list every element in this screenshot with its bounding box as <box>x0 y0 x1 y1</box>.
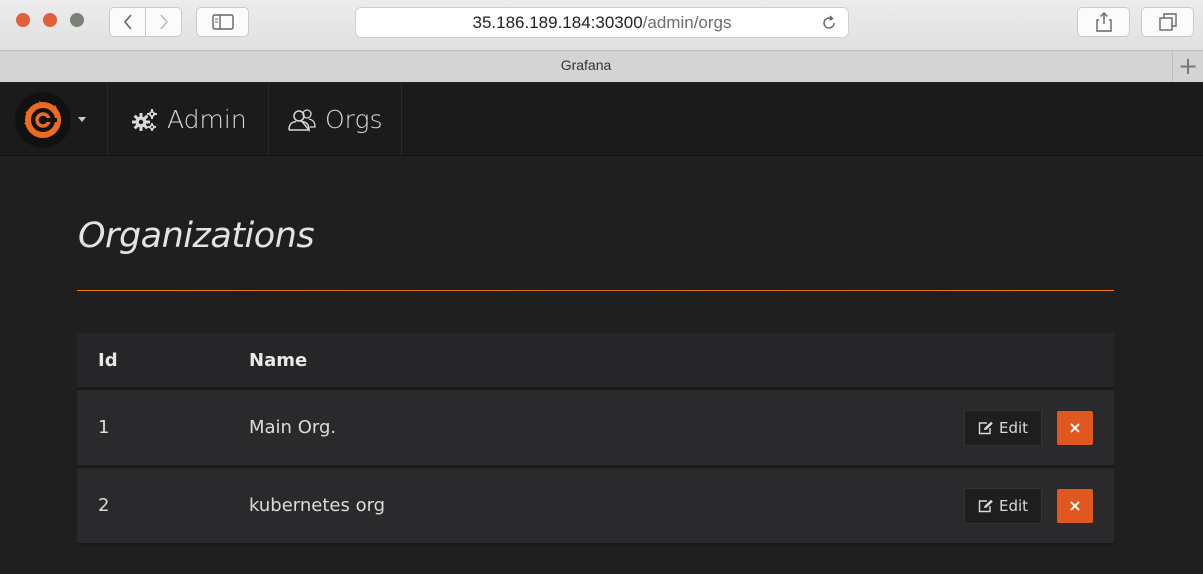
column-header-id: Id <box>98 349 118 371</box>
forward-button[interactable] <box>146 7 182 37</box>
close-icon: × <box>1068 496 1082 515</box>
delete-org-button[interactable]: × <box>1057 488 1093 523</box>
table-header: Id Name <box>77 333 1114 390</box>
org-name-cell[interactable]: kubernetes org <box>249 495 385 516</box>
sidebar-toggle-button[interactable] <box>196 7 249 37</box>
edit-icon <box>978 421 993 434</box>
reload-icon[interactable] <box>820 14 838 32</box>
nav-admin-label: Admin <box>167 105 247 134</box>
tabs-icon <box>1158 13 1177 31</box>
users-icon <box>288 108 316 132</box>
nav-orgs[interactable]: Orgs <box>269 83 402 156</box>
browser-chrome: 35.186.189.184:30300/admin/orgs Grafana … <box>0 0 1203 82</box>
zoom-window-button[interactable] <box>70 13 84 27</box>
chevron-right-icon <box>159 14 168 30</box>
edit-org-button[interactable]: Edit <box>964 487 1042 524</box>
tab-title[interactable]: Grafana <box>0 57 1172 73</box>
grafana-logo <box>15 92 71 148</box>
nav-orgs-label: Orgs <box>325 105 383 134</box>
org-id-cell: 2 <box>98 495 110 516</box>
organizations-table: Id Name 1 Main Org. Edit × 2 kubernetes … <box>77 333 1114 546</box>
share-button[interactable] <box>1077 7 1130 37</box>
show-tabs-button[interactable] <box>1141 7 1194 37</box>
tab-bar: Grafana + <box>0 50 1203 82</box>
sidebar-icon <box>211 14 234 30</box>
caret-down-icon <box>78 117 86 122</box>
edit-org-button[interactable]: Edit <box>964 409 1042 446</box>
column-header-name: Name <box>249 349 308 371</box>
table-row: 1 Main Org. Edit × <box>77 390 1114 468</box>
new-tab-button[interactable]: + <box>1172 51 1203 82</box>
edit-button-label: Edit <box>998 418 1029 437</box>
close-window-button[interactable] <box>16 13 30 27</box>
chevron-left-icon <box>123 14 132 30</box>
org-name-cell[interactable]: Main Org. <box>249 417 336 438</box>
share-icon <box>1095 12 1112 32</box>
back-button[interactable] <box>109 7 146 37</box>
title-divider <box>77 290 1114 291</box>
address-bar[interactable]: 35.186.189.184:30300/admin/orgs <box>355 7 849 38</box>
url-host: 35.186.189.184:30300 <box>472 12 643 32</box>
edit-icon <box>978 499 993 512</box>
url-path: /admin/orgs <box>642 12 732 32</box>
edit-button-label: Edit <box>998 496 1029 515</box>
page-title: Organizations <box>78 216 315 256</box>
table-row: 2 kubernetes org Edit × <box>77 468 1114 546</box>
cogs-icon <box>132 108 157 131</box>
grafana-topnav: Admin Orgs <box>0 83 1203 156</box>
minimize-window-button[interactable] <box>43 13 57 27</box>
nav-admin[interactable]: Admin <box>109 83 269 156</box>
delete-org-button[interactable]: × <box>1057 410 1093 445</box>
grafana-menu-button[interactable] <box>0 83 108 156</box>
org-id-cell: 1 <box>98 417 110 438</box>
grafana-logo-icon <box>24 101 61 138</box>
close-icon: × <box>1068 418 1082 437</box>
